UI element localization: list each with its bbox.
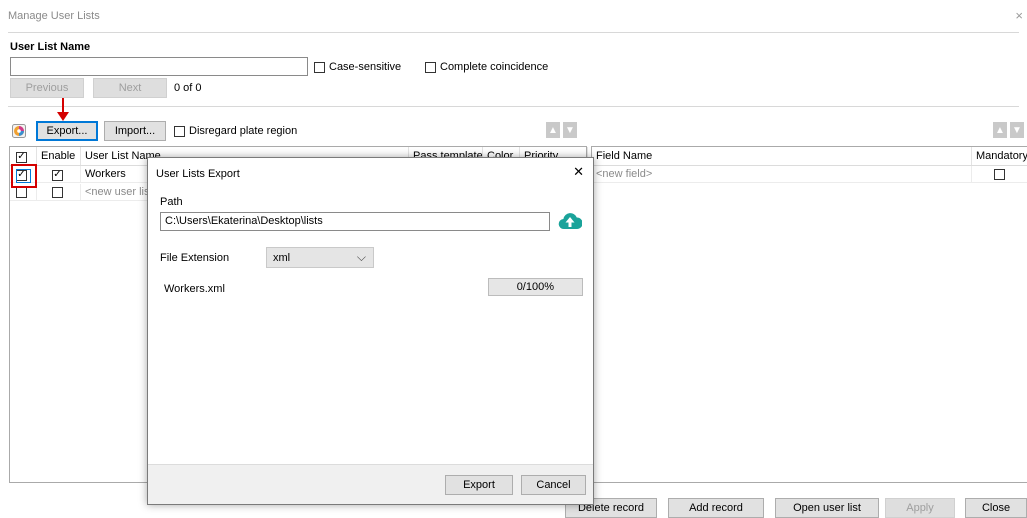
- user-list-name-input[interactable]: [10, 57, 308, 76]
- mandatory-cell[interactable]: [972, 166, 1027, 183]
- user-list-name-label: User List Name: [10, 41, 91, 53]
- dialog-footer: Export Cancel: [148, 464, 593, 504]
- search-counter: 0 of 0: [174, 82, 202, 94]
- column-field-name[interactable]: Field Name: [592, 147, 972, 165]
- select-all-header[interactable]: ✓: [10, 147, 37, 165]
- complete-coincidence-label: Complete coincidence: [440, 61, 549, 73]
- chevron-down-icon: ⌵: [356, 250, 366, 264]
- search-divider: [8, 106, 1019, 107]
- move-up-icon[interactable]: ▲: [546, 122, 560, 138]
- select-all-checkbox[interactable]: ✓: [16, 151, 27, 163]
- export-progress: 0/100%: [488, 278, 583, 296]
- title-divider: [8, 32, 1019, 33]
- export-progress-text: 0/100%: [516, 281, 554, 293]
- path-label: Path: [160, 196, 183, 208]
- export-button[interactable]: Export...: [36, 121, 98, 141]
- table-row[interactable]: <new field>: [592, 166, 1027, 183]
- cloud-upload-icon[interactable]: [558, 210, 583, 232]
- row-enable-cell[interactable]: ✓: [37, 166, 81, 183]
- open-user-list-button[interactable]: Open user list: [775, 498, 879, 518]
- new-field-placeholder[interactable]: <new field>: [592, 166, 972, 183]
- annotation-arrow: [57, 98, 69, 121]
- disregard-plate-region-option[interactable]: Disregard plate region: [174, 125, 297, 137]
- row-enable-cell[interactable]: [37, 184, 81, 201]
- fields-table: Field Name Mandatory <new field>: [591, 146, 1027, 483]
- column-mandatory[interactable]: Mandatory: [972, 147, 1027, 165]
- window-close-icon[interactable]: ×: [1015, 8, 1023, 23]
- row-enable-checkbox[interactable]: [52, 187, 63, 198]
- apply-button[interactable]: Apply: [885, 498, 955, 518]
- next-button[interactable]: Next: [93, 78, 167, 98]
- color-palette-icon[interactable]: [12, 124, 26, 138]
- disregard-plate-region-checkbox[interactable]: [174, 125, 185, 137]
- case-sensitive-label: Case-sensitive: [329, 61, 402, 73]
- export-dialog: User Lists Export ✕ Path C:\Users\Ekater…: [147, 157, 594, 505]
- dialog-cancel-button[interactable]: Cancel: [521, 475, 586, 495]
- move-down-icon[interactable]: ▼: [563, 122, 577, 138]
- disregard-plate-region-label: Disregard plate region: [189, 125, 298, 137]
- focus-outline: [16, 169, 31, 183]
- row-select-checkbox[interactable]: [16, 187, 27, 198]
- dialog-close-icon[interactable]: ✕: [573, 164, 584, 180]
- row-enable-checkbox[interactable]: ✓: [52, 169, 63, 181]
- previous-button[interactable]: Previous: [10, 78, 84, 98]
- dialog-export-button[interactable]: Export: [445, 475, 513, 495]
- fields-header: Field Name Mandatory: [592, 147, 1027, 166]
- complete-coincidence-checkbox[interactable]: [425, 61, 436, 73]
- add-record-button[interactable]: Add record: [668, 498, 764, 518]
- complete-coincidence-option[interactable]: Complete coincidence: [425, 61, 548, 73]
- window-title: Manage User Lists: [8, 10, 100, 22]
- field-move-up-icon[interactable]: ▲: [993, 122, 1007, 138]
- file-extension-value: xml: [273, 251, 291, 264]
- case-sensitive-checkbox[interactable]: [314, 61, 325, 73]
- path-input[interactable]: C:\Users\Ekaterina\Desktop\lists: [160, 212, 550, 231]
- mandatory-checkbox[interactable]: [994, 169, 1005, 180]
- case-sensitive-option[interactable]: Case-sensitive: [314, 61, 401, 73]
- file-extension-label: File Extension: [160, 252, 230, 264]
- dialog-title: User Lists Export: [156, 168, 240, 180]
- field-move-down-icon[interactable]: ▼: [1010, 122, 1024, 138]
- close-button[interactable]: Close: [965, 498, 1027, 518]
- file-extension-select[interactable]: xml ⌵: [266, 247, 374, 268]
- export-file-name: Workers.xml: [164, 283, 225, 295]
- column-enable[interactable]: Enable: [37, 147, 81, 165]
- import-button[interactable]: Import...: [104, 121, 166, 141]
